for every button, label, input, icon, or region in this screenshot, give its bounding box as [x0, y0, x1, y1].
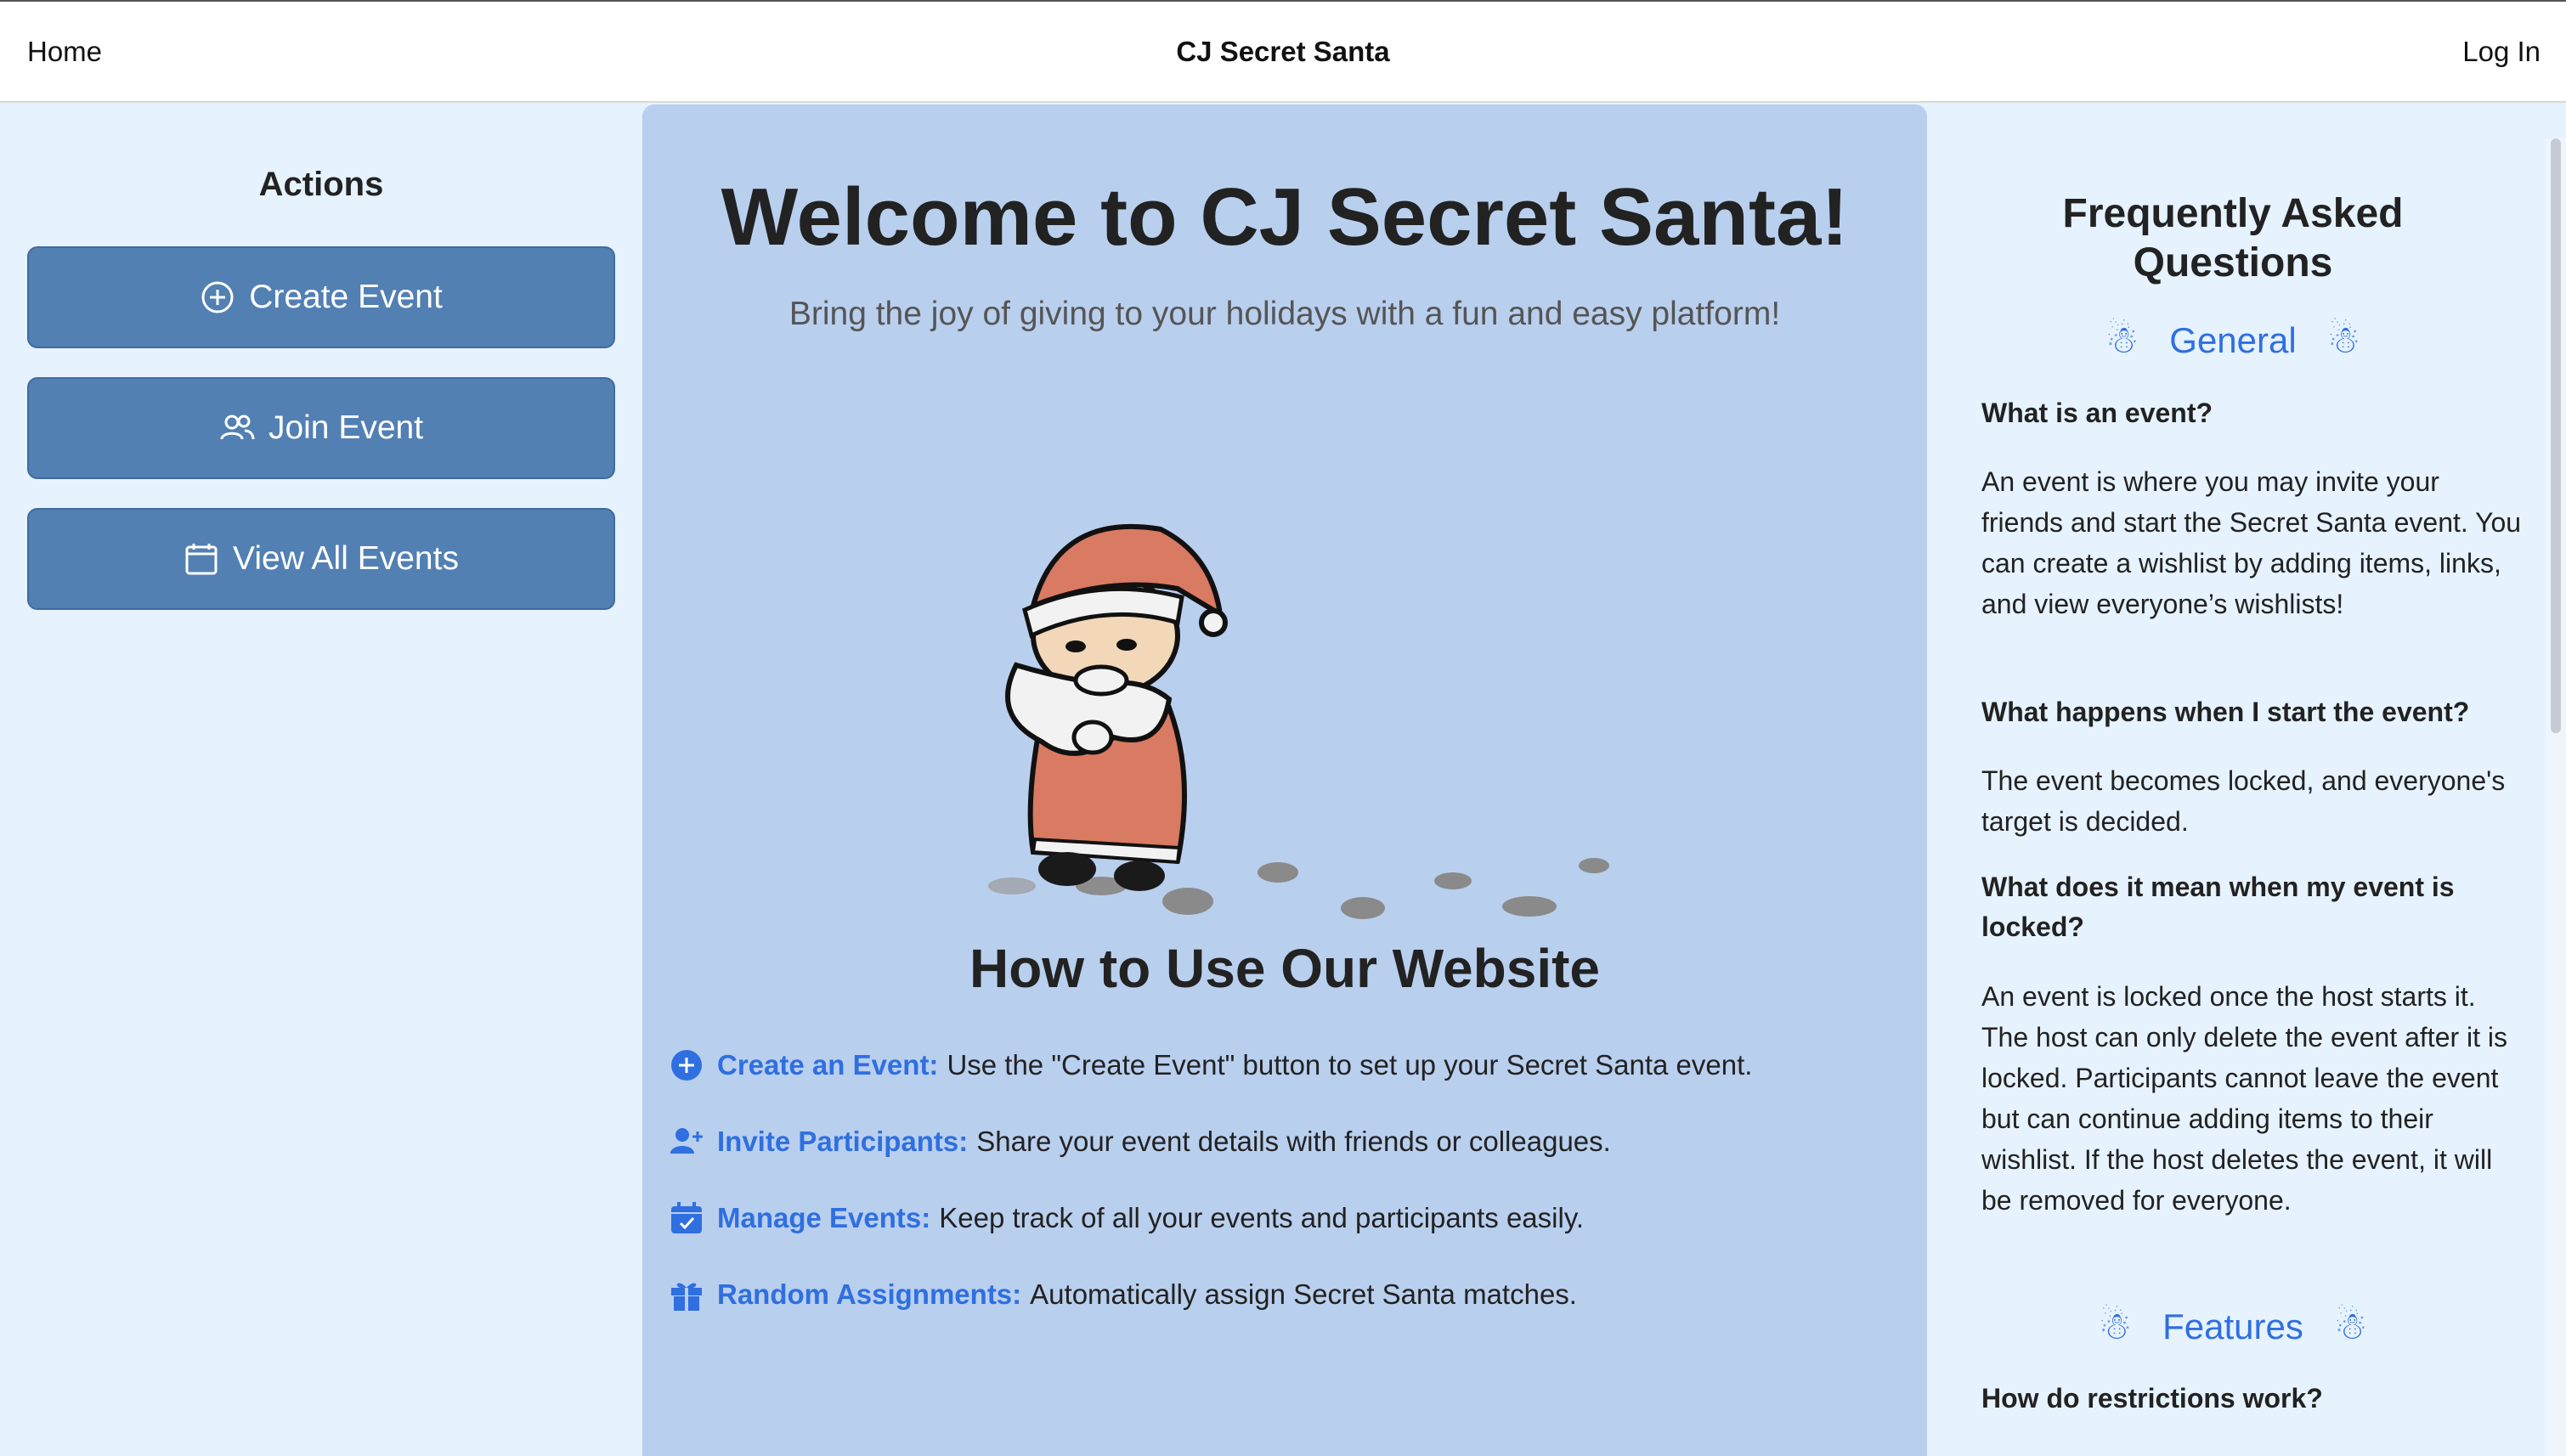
welcome-title: Welcome to CJ Secret Santa!	[721, 172, 1849, 262]
plus-circle-icon	[200, 279, 235, 315]
faq-question: What is an event?	[1981, 398, 2213, 428]
snowman-icon: ☃	[2326, 319, 2361, 361]
santa-illustration	[988, 523, 1609, 919]
how-step-random-assignments: Random Assignments: Automatically assign…	[670, 1275, 1577, 1314]
faq-scroll-thumb[interactable]	[2551, 138, 2561, 733]
create-event-button[interactable]: Create Event	[27, 246, 615, 348]
join-event-label: Join Event	[268, 409, 424, 446]
calendar-check-icon	[670, 1201, 704, 1235]
faq-answer: An event is where you may invite your fr…	[1981, 466, 2522, 619]
faq-category-general: ☃ General ☃	[1961, 319, 2505, 362]
snowman-icon: ☃	[2098, 1306, 2133, 1347]
step-label: Random Assignments:	[717, 1278, 1022, 1310]
gift-icon	[670, 1278, 704, 1312]
step-text: Automatically assign Secret Santa matche…	[1030, 1278, 1577, 1310]
faq-panel[interactable]: Frequently Asked Questions ☃ General ☃ W…	[1927, 104, 2566, 1456]
faq-answer: The event becomes locked, and everyone's…	[1981, 765, 2506, 837]
view-all-events-button[interactable]: View All Events	[27, 508, 615, 610]
how-step-manage-events: Manage Events: Keep track of all your ev…	[670, 1199, 1584, 1238]
how-to-use-heading: How to Use Our Website	[969, 938, 1601, 999]
faq-category-label: Features	[2162, 1306, 2303, 1346]
top-navbar: Home CJ Secret Santa Log In	[0, 0, 2566, 103]
nav-login-link[interactable]: Log In	[2462, 36, 2541, 68]
person-add-icon	[670, 1125, 704, 1159]
main-content: Welcome to CJ Secret Santa! Bring the jo…	[642, 104, 1927, 1456]
faq-category-label: General	[2169, 319, 2297, 360]
how-step-create-event: Create an Event: Use the "Create Event" …	[670, 1046, 1752, 1085]
how-step-invite-participants: Invite Participants: Share your event de…	[670, 1122, 1611, 1161]
step-text: Keep track of all your events and partic…	[939, 1202, 1585, 1233]
join-event-button[interactable]: Join Event	[27, 377, 615, 479]
step-label: Invite Participants:	[717, 1126, 969, 1157]
faq-heading: Frequently Asked Questions	[2062, 191, 2404, 285]
calendar-icon	[184, 541, 219, 577]
plus-circle-icon	[670, 1048, 704, 1082]
snowman-icon: ☃	[2333, 1306, 2368, 1347]
faq-question: How do restrictions work?	[1981, 1383, 2323, 1414]
nav-home-link[interactable]: Home	[27, 36, 102, 68]
faq-answer: An event is locked once the host starts …	[1981, 981, 2508, 1216]
step-text: Share your event details with friends or…	[976, 1126, 1611, 1157]
create-event-label: Create Event	[249, 279, 443, 315]
site-title: CJ Secret Santa	[1176, 36, 1390, 67]
faq-category-features: ☃ Features ☃	[1961, 1305, 2505, 1348]
view-all-events-label: View All Events	[233, 540, 459, 577]
faq-question: What does it mean when my event is locke…	[1981, 872, 2455, 942]
people-icon	[219, 410, 255, 446]
faq-scrollbar[interactable]	[2546, 138, 2566, 1456]
step-text: Use the "Create Event" button to set up …	[947, 1049, 1753, 1081]
welcome-subtitle: Bring the joy of giving to your holidays…	[788, 296, 1781, 332]
step-label: Manage Events:	[717, 1202, 931, 1233]
actions-sidebar: Actions Create Event Join Event View All…	[0, 104, 642, 1456]
step-label: Create an Event:	[717, 1049, 939, 1081]
actions-heading: Actions	[258, 166, 384, 203]
snowman-icon: ☃	[2105, 319, 2139, 361]
faq-question: What happens when I start the event?	[1981, 697, 2470, 727]
